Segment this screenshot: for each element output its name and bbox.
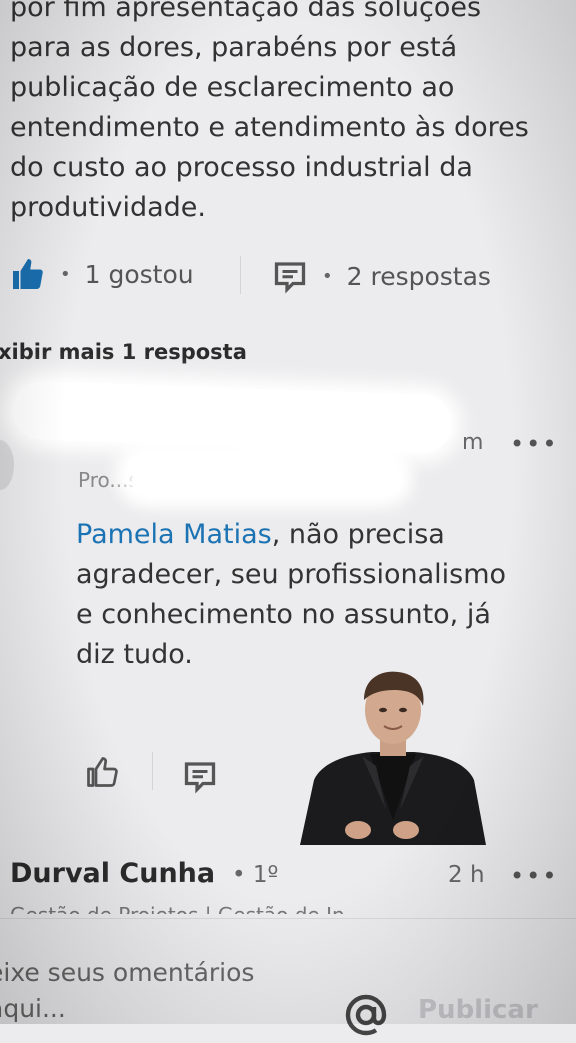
- like-count[interactable]: 1 gostou: [85, 260, 194, 289]
- comment-actions: • 1 gostou: [10, 256, 194, 292]
- author-headline: Gestão de Projetos | Gestão de In...: [10, 898, 364, 914]
- reply-time: m: [462, 430, 484, 455]
- mention-link[interactable]: Pamela Matias: [76, 519, 272, 550]
- comment-time: 2 h: [448, 862, 485, 888]
- bullet: •: [60, 263, 71, 285]
- show-more-replies-link[interactable]: xibir mais 1 resposta: [0, 340, 247, 364]
- reply-count[interactable]: 2 respostas: [347, 262, 491, 291]
- action-divider: [240, 256, 241, 294]
- comment-more-options-icon[interactable]: •••: [510, 862, 558, 890]
- comment-author-name[interactable]: Durval Cunha: [10, 858, 215, 889]
- like-outline-icon[interactable]: [84, 754, 120, 790]
- reply-action: • 2 respostas: [272, 258, 491, 294]
- like-filled-icon[interactable]: [10, 256, 46, 292]
- comment-input[interactable]: eixe seus omentários aqui...: [0, 955, 308, 1027]
- connection-degree: • 1º: [232, 862, 279, 888]
- reply-body: Pamela Matias, não precisa agradecer, se…: [76, 515, 526, 675]
- redaction-mark: [132, 466, 402, 496]
- reply-avatar[interactable]: [0, 440, 14, 490]
- reply-more-options-icon[interactable]: •••: [510, 430, 558, 458]
- bullet: •: [322, 265, 333, 287]
- mention-at-icon[interactable]: [342, 991, 390, 1043]
- presenter-overlay-image: [300, 670, 486, 845]
- redaction-mark: [11, 380, 453, 454]
- comment-icon[interactable]: [182, 758, 218, 794]
- publish-button[interactable]: Publicar: [418, 995, 538, 1025]
- comment-icon[interactable]: [272, 258, 308, 294]
- comment-composer: eixe seus omentários aqui... Publicar: [0, 918, 576, 1036]
- action-divider: [152, 752, 153, 790]
- comment-text: por fim apresentação das soluções para a…: [10, 0, 529, 223]
